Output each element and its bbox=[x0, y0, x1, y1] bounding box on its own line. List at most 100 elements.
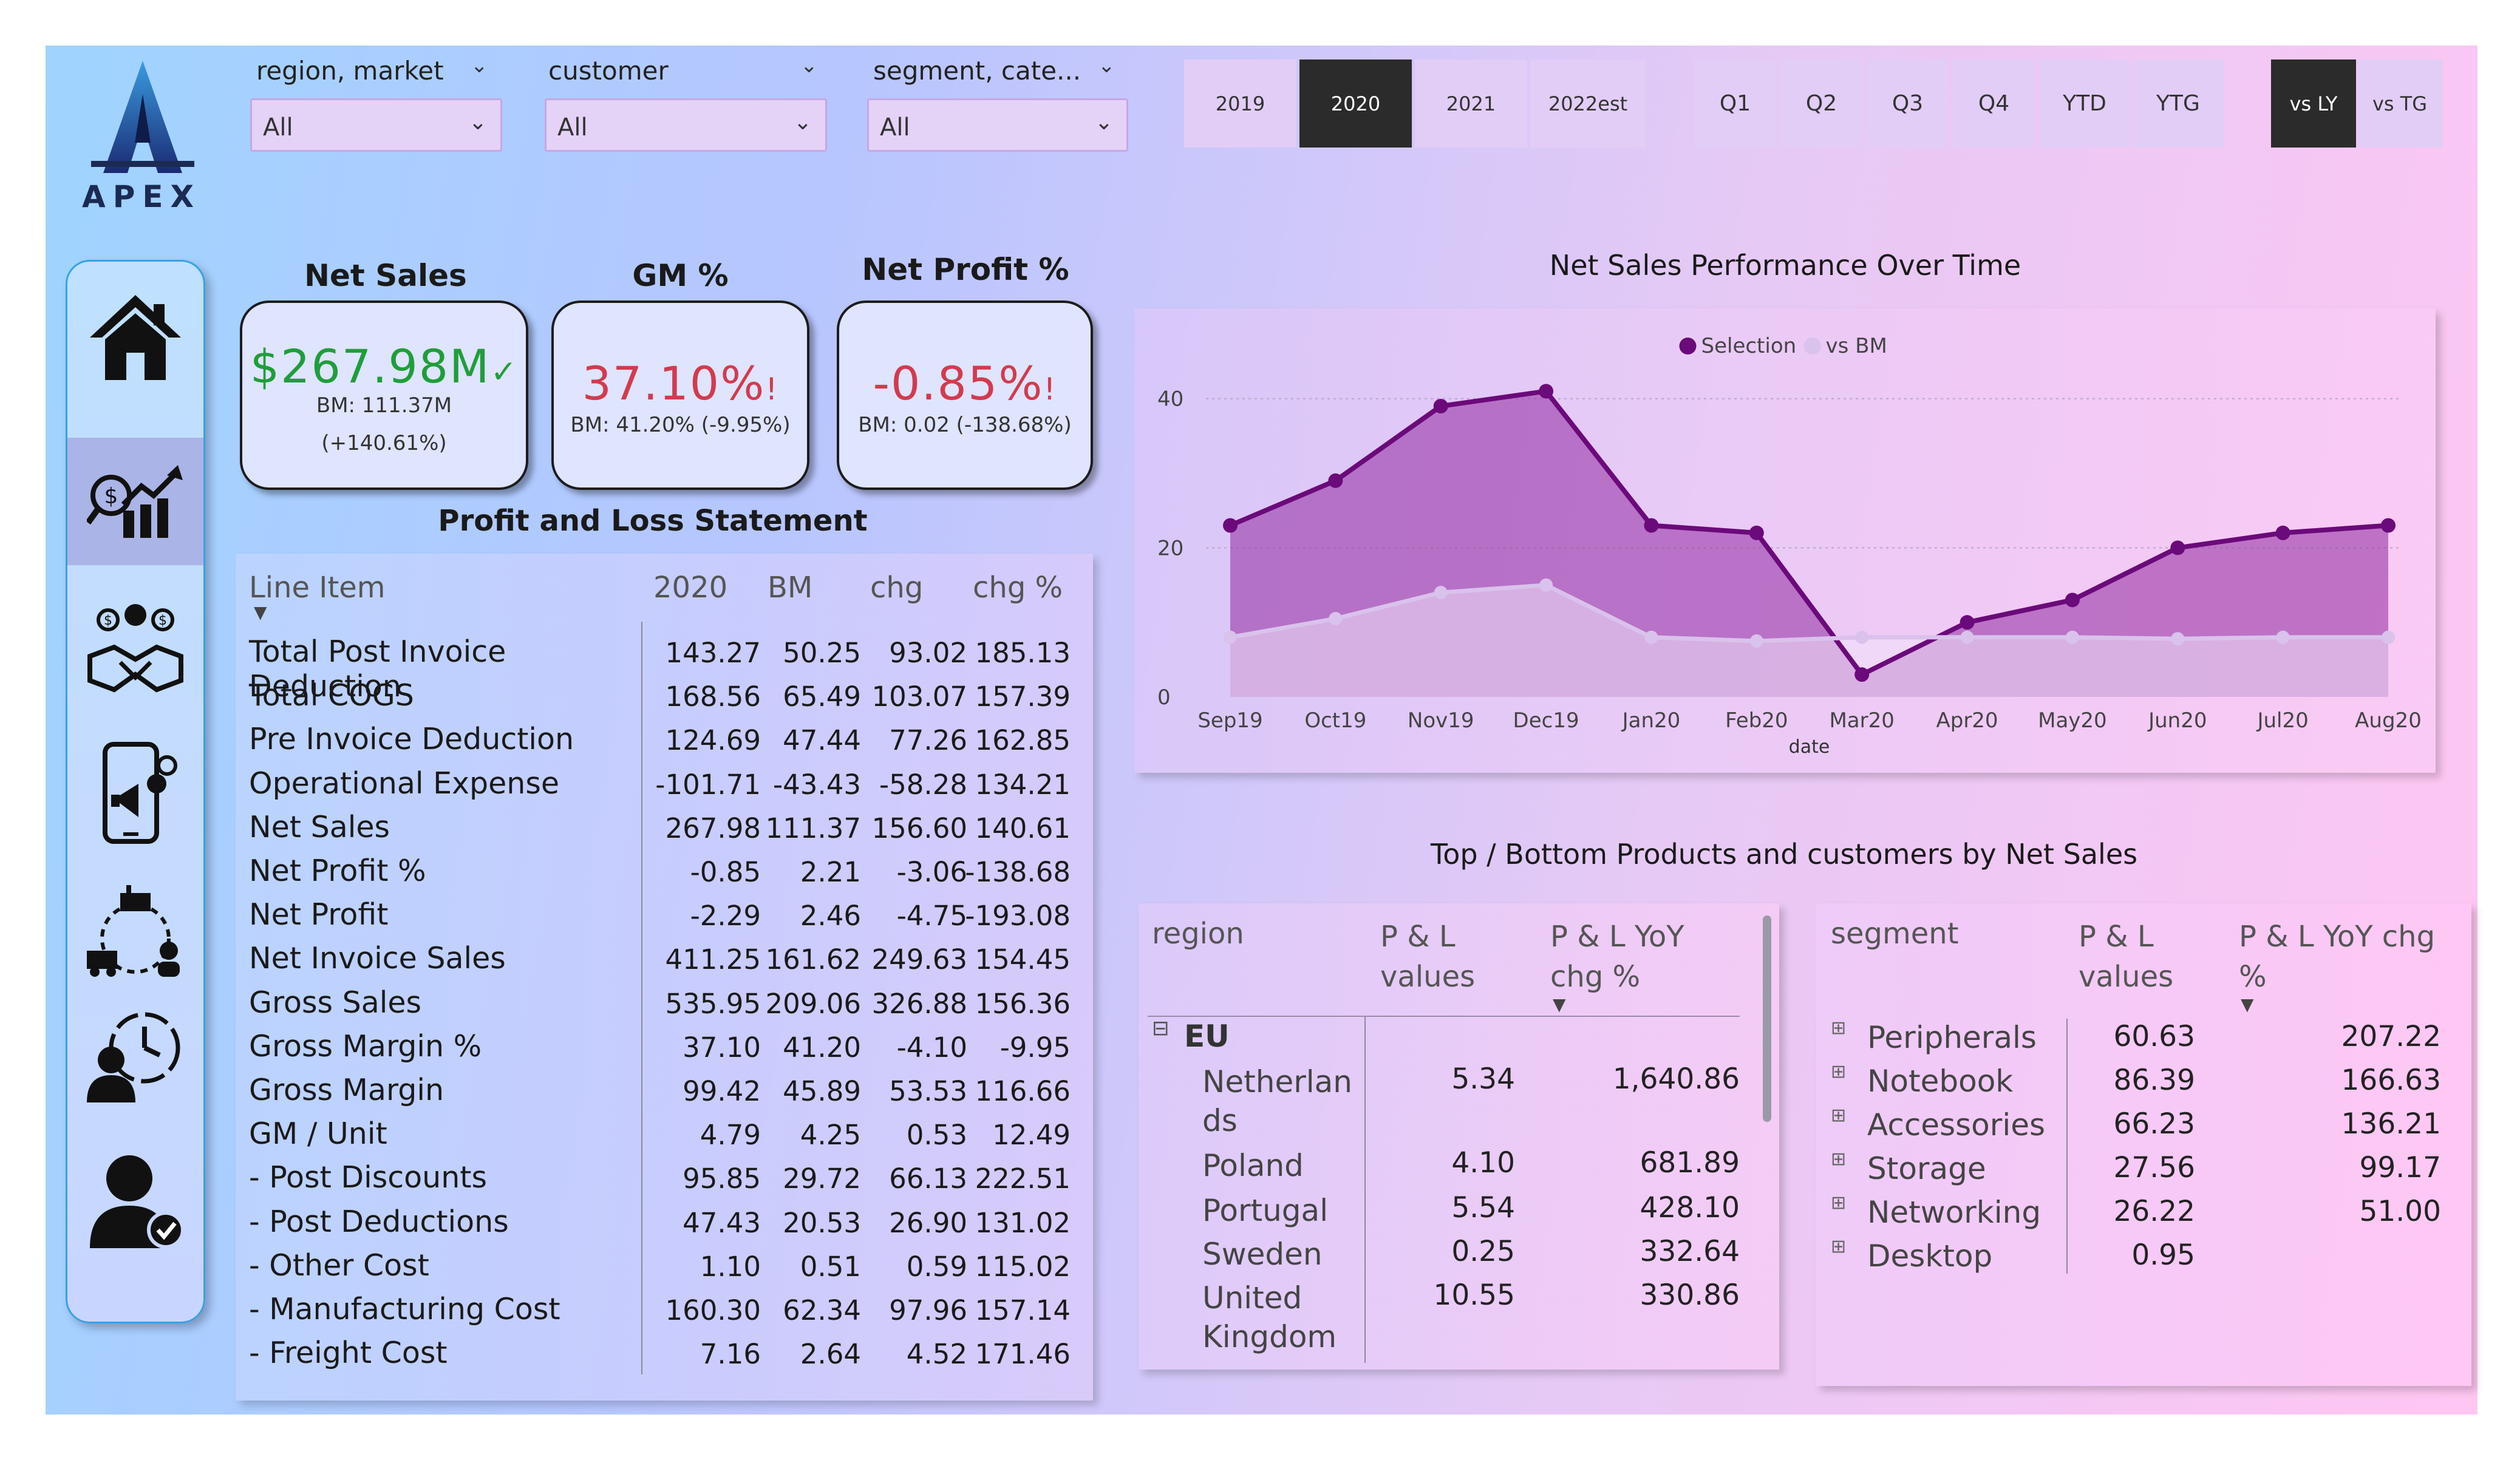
period-button-q1[interactable]: Q1 bbox=[1694, 59, 1776, 148]
pl-cell: 111.37 bbox=[765, 812, 861, 844]
pl-cell: -138.68 bbox=[965, 856, 1071, 888]
year-button-2020[interactable]: 2020 bbox=[1299, 59, 1412, 148]
pl-line-item: - Manufacturing Cost bbox=[249, 1292, 560, 1326]
sidebar-item-finance[interactable]: $ bbox=[67, 438, 203, 565]
table-row[interactable]: Net Sales 267.98 111.37 156.60 140.61 bbox=[236, 805, 1080, 849]
data-point bbox=[1224, 630, 1237, 644]
kpi-card-net-sales[interactable]: $267.98M✓ BM: 111.37M (+140.61%) bbox=[240, 301, 528, 490]
region-row-name[interactable]: United Kingdom bbox=[1202, 1279, 1342, 1356]
period-button-q2[interactable]: Q2 bbox=[1780, 59, 1862, 148]
segment-row-name[interactable]: Notebook bbox=[1867, 1064, 2013, 1099]
scrollbar[interactable] bbox=[1763, 915, 1771, 1122]
period-button-q4[interactable]: Q4 bbox=[1953, 59, 2035, 148]
region-row-name[interactable]: Netherlan ds bbox=[1202, 1062, 1352, 1140]
year-button-2019[interactable]: 2019 bbox=[1184, 59, 1296, 148]
region-row-name[interactable]: Poland bbox=[1202, 1146, 1342, 1185]
segment-header-values[interactable]: P & L values bbox=[2079, 917, 2173, 997]
expand-icon[interactable]: ⊞ bbox=[1831, 1105, 1846, 1126]
table-row[interactable]: Total COGS 168.56 65.49 103.07 157.39 bbox=[236, 673, 1080, 717]
svg-text:$: $ bbox=[158, 613, 167, 628]
segment-row-name[interactable]: Accessories bbox=[1867, 1107, 2045, 1143]
chevron-down-icon[interactable]: ⌄ bbox=[1098, 53, 1115, 78]
table-row[interactable]: - Other Cost 1.10 0.51 0.59 115.02 bbox=[236, 1243, 1080, 1287]
chevron-down-icon[interactable]: ⌄ bbox=[471, 53, 488, 78]
year-button-2021[interactable]: 2021 bbox=[1415, 59, 1527, 148]
segment-row-name[interactable]: Desktop bbox=[1867, 1238, 1992, 1274]
region-row-name[interactable]: Sweden bbox=[1202, 1235, 1342, 1274]
sidebar-item-marketing[interactable] bbox=[67, 729, 203, 857]
segment-header-segment[interactable]: segment bbox=[1831, 917, 1959, 951]
sort-desc-icon[interactable]: ▼ bbox=[1553, 994, 1566, 1014]
period-button-ytd[interactable]: YTD bbox=[2039, 59, 2130, 148]
table-row[interactable]: GM / Unit 4.79 4.25 0.53 12.49 bbox=[236, 1112, 1080, 1155]
logo-text: APEX bbox=[82, 179, 202, 214]
table-row[interactable]: Net Profit -2.29 2.46 -4.75 -193.08 bbox=[236, 892, 1080, 936]
compare-button-vs-ly[interactable]: vs LY bbox=[2271, 59, 2356, 148]
filter-segment-dropdown[interactable]: All ⌄ bbox=[867, 98, 1128, 152]
table-row[interactable]: - Post Discounts 95.85 29.72 66.13 222.51 bbox=[236, 1155, 1080, 1199]
segment-row-name[interactable]: Peripherals bbox=[1867, 1020, 2037, 1055]
region-row-value: 10.55 bbox=[1433, 1279, 1515, 1312]
table-row[interactable]: Total Post Invoice Deduction 143.27 50.25 9… bbox=[236, 630, 1080, 704]
sidebar-item-supply-chain[interactable] bbox=[67, 869, 203, 996]
sidebar-item-time[interactable] bbox=[67, 990, 203, 1118]
period-button-q3[interactable]: Q3 bbox=[1867, 59, 1949, 148]
sidebar-item-sales[interactable]: $ $ bbox=[67, 586, 203, 714]
pl-cell: 160.30 bbox=[665, 1294, 761, 1326]
expand-icon[interactable]: ⊞ bbox=[1831, 1061, 1846, 1082]
data-point bbox=[2171, 632, 2185, 646]
pl-header-bm[interactable]: BM bbox=[768, 571, 812, 605]
expand-icon[interactable]: ⊞ bbox=[1831, 1017, 1846, 1039]
sidebar-item-home[interactable] bbox=[67, 274, 203, 401]
segment-row-name[interactable]: Storage bbox=[1867, 1151, 1986, 1186]
segment-row-yoy: 166.63 bbox=[2341, 1064, 2441, 1097]
sort-desc-icon[interactable]: ▼ bbox=[2241, 994, 2254, 1014]
segment-header-yoy[interactable]: P & L YoY chg % bbox=[2239, 917, 2457, 997]
table-row[interactable]: Net Invoice Sales 411.25 161.62 249.63 154.4… bbox=[236, 936, 1080, 980]
alert-icon: ! bbox=[1043, 372, 1057, 407]
pl-header-chg-pct[interactable]: chg % bbox=[973, 571, 1063, 605]
chevron-down-icon[interactable]: ⌄ bbox=[800, 53, 818, 78]
kpi-card-net-profit[interactable]: -0.85%! BM: 0.02 (-138.68%) bbox=[837, 301, 1093, 490]
pl-header-line-item[interactable]: Line Item bbox=[249, 571, 386, 605]
x-tick-label: Feb20 bbox=[1725, 708, 1788, 733]
collapse-icon[interactable]: ⊟ bbox=[1152, 1016, 1170, 1041]
region-row-name[interactable]: Portugal bbox=[1202, 1191, 1342, 1230]
kpi-title-net-profit: Net Profit % bbox=[862, 252, 1069, 287]
pl-cell: -101.71 bbox=[655, 768, 761, 801]
pl-cell: 66.13 bbox=[889, 1163, 967, 1195]
region-group-eu[interactable]: EU bbox=[1184, 1019, 1230, 1054]
region-header-yoy[interactable]: P & L YoY chg % bbox=[1550, 917, 1702, 997]
sidebar-item-users[interactable] bbox=[67, 1136, 203, 1263]
table-row[interactable]: Pre Invoice Deduction 124.69 47.44 77.26 162… bbox=[236, 717, 1080, 761]
table-row[interactable]: Gross Margin 99.42 45.89 53.53 116.66 bbox=[236, 1068, 1080, 1112]
finance-chart-icon: $ bbox=[87, 465, 183, 538]
filter-region-dropdown[interactable]: All ⌄ bbox=[250, 98, 502, 152]
table-row[interactable]: - Post Deductions 47.43 20.53 26.90 131.02 bbox=[236, 1200, 1080, 1243]
filter-customer-dropdown[interactable]: All ⌄ bbox=[545, 98, 827, 152]
expand-icon[interactable]: ⊞ bbox=[1831, 1149, 1846, 1170]
segment-row-name[interactable]: Networking bbox=[1867, 1195, 2041, 1230]
region-header-region[interactable]: region bbox=[1152, 917, 1244, 951]
expand-icon[interactable]: ⊞ bbox=[1831, 1192, 1846, 1214]
pl-header-chg[interactable]: chg bbox=[870, 571, 923, 605]
region-row-yoy: 1,640.86 bbox=[1612, 1062, 1740, 1096]
table-row[interactable]: Gross Margin % 37.10 41.20 -4.10 -9.95 bbox=[236, 1024, 1080, 1068]
filter-region-value: All bbox=[263, 114, 293, 141]
table-row[interactable]: Operational Expense -101.71 -43.43 -58.28 13… bbox=[236, 761, 1080, 805]
period-button-ytg[interactable]: YTG bbox=[2133, 59, 2224, 148]
year-button-2022est[interactable]: 2022est bbox=[1530, 59, 1646, 148]
region-header-values[interactable]: P & L values bbox=[1380, 917, 1475, 997]
pl-header-2020[interactable]: 2020 bbox=[653, 571, 727, 605]
kpi-card-gm[interactable]: 37.10%! BM: 41.20% (-9.95%) bbox=[551, 301, 809, 490]
region-row-yoy: 428.10 bbox=[1640, 1191, 1740, 1224]
sort-desc-icon[interactable]: ▼ bbox=[254, 602, 267, 622]
expand-icon[interactable]: ⊞ bbox=[1831, 1236, 1846, 1257]
table-row[interactable]: Net Profit % -0.85 2.21 -3.06 -138.68 bbox=[236, 849, 1080, 892]
table-row[interactable]: Gross Sales 535.95 209.06 326.88 156.36 bbox=[236, 980, 1080, 1024]
pl-cell: 47.44 bbox=[783, 724, 861, 757]
table-row[interactable]: - Freight Cost 7.16 2.64 4.52 171.46 bbox=[236, 1331, 1080, 1374]
data-point bbox=[1329, 612, 1343, 626]
compare-button-vs-tg[interactable]: vs TG bbox=[2357, 59, 2442, 148]
table-row[interactable]: - Manufacturing Cost 160.30 62.34 97.96 157.… bbox=[236, 1287, 1080, 1331]
